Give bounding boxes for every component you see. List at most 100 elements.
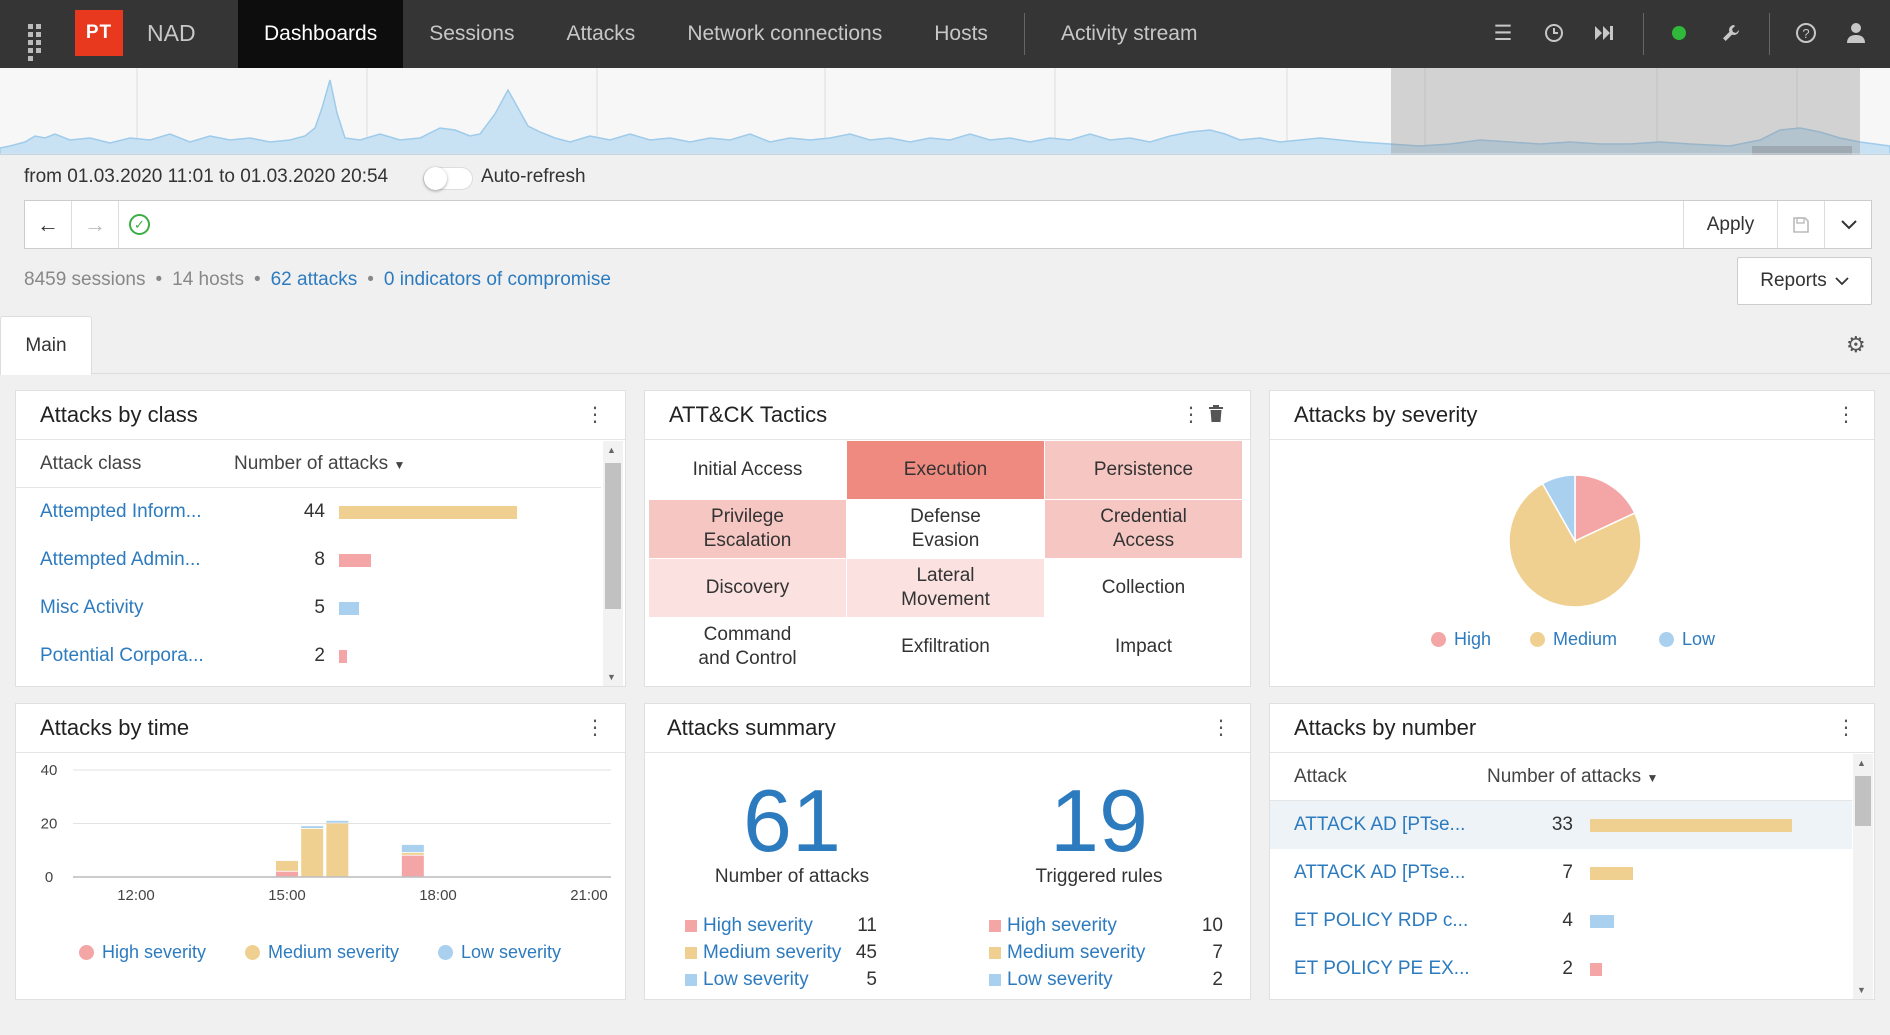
status-online-icon[interactable] [1666, 20, 1692, 46]
attack-name-link[interactable]: ATTACK AD [PTse... [1294, 862, 1465, 884]
skip-forward-icon[interactable] [1591, 20, 1617, 46]
legend-low-severity[interactable]: Low severity [438, 942, 561, 963]
rules-low-severity[interactable]: Low severity [989, 969, 1113, 991]
count-bar [1590, 915, 1614, 928]
legend-low[interactable]: Low [1659, 629, 1715, 650]
forward-arrow-icon[interactable]: → [72, 201, 119, 248]
attack-name-link[interactable]: Potential Corpora... [40, 645, 204, 667]
attack-name-link[interactable]: Attempted Admin... [40, 549, 201, 571]
severity-pie-chart[interactable] [1507, 473, 1643, 609]
tactic-cell[interactable]: Impact [1045, 618, 1242, 676]
dashboard-tabs: Main ⚙ [0, 316, 1890, 375]
x-tick-label: 21:00 [570, 887, 608, 904]
attack-name-link[interactable]: ET POLICY RDP c... [1294, 910, 1468, 932]
time-bar-segment[interactable] [326, 820, 349, 823]
tactic-cell[interactable]: Persistence [1045, 441, 1242, 499]
column-header-attack[interactable]: Attack [1294, 766, 1347, 788]
tactic-cell[interactable]: Discovery [649, 559, 846, 617]
nav-tab-sessions[interactable]: Sessions [403, 0, 540, 68]
legend-high[interactable]: High [1431, 629, 1491, 650]
apply-button[interactable]: Apply [1683, 201, 1777, 248]
tab-main[interactable]: Main [0, 316, 92, 375]
user-icon[interactable] [1843, 20, 1869, 46]
attacks-low-severity[interactable]: Low severity [685, 969, 809, 991]
table-row[interactable]: ET POLICY RDP c... 4 [1270, 897, 1852, 945]
nav-tab-attacks[interactable]: Attacks [540, 0, 661, 68]
time-bar-segment[interactable] [401, 844, 424, 853]
legend-medium[interactable]: Medium [1530, 629, 1617, 650]
nav-tab-hosts[interactable]: Hosts [908, 0, 1014, 68]
tactic-cell[interactable]: Privilege Escalation [649, 500, 846, 558]
time-bar-segment[interactable] [326, 823, 349, 877]
tactic-cell[interactable]: Exfiltration [847, 618, 1044, 676]
table-row[interactable]: ATTACK AD [PTse... 7 [1270, 849, 1852, 897]
attacks-by-time-chart[interactable]: 40 20 0 12:00 15:00 18:00 21:00 [16, 754, 627, 954]
attack-name-link[interactable]: ET POLICY PE EX... [1294, 958, 1470, 980]
app-grid-icon[interactable] [24, 20, 52, 61]
time-bar-segment[interactable] [401, 852, 424, 855]
column-header-number-of-attacks[interactable]: Number of attacks ▼ [234, 453, 405, 475]
kebab-menu-icon[interactable]: ⋮ [1211, 718, 1231, 738]
kebab-menu-icon[interactable]: ⋮ [585, 405, 605, 425]
reports-button[interactable]: Reports [1737, 257, 1872, 305]
time-bar-segment[interactable] [276, 860, 298, 871]
rules-medium-severity[interactable]: Medium severity [989, 942, 1145, 964]
tactic-cell[interactable]: Initial Access [649, 441, 846, 499]
chevron-down-icon[interactable] [1824, 201, 1872, 248]
table-row[interactable]: Attempted Admin... 8 [16, 536, 601, 584]
help-icon[interactable]: ? [1793, 20, 1819, 46]
kebab-menu-icon[interactable]: ⋮ [1836, 405, 1856, 425]
scrollbar[interactable]: ▲ ▼ [1853, 754, 1873, 999]
nav-tab-network-connections[interactable]: Network connections [661, 0, 908, 68]
attack-name-link[interactable]: Misc Activity [40, 597, 143, 619]
menu-icon[interactable]: ☰ [1490, 20, 1516, 46]
pt-logo[interactable]: PT [75, 10, 123, 56]
table-row[interactable]: Potential Corpora... 2 [16, 632, 601, 680]
tactic-cell[interactable]: Collection [1045, 559, 1242, 617]
nav-tab-dashboards[interactable]: Dashboards [238, 0, 404, 68]
back-arrow-icon[interactable]: ← [25, 201, 72, 248]
attacks-medium-severity[interactable]: Medium severity [685, 942, 841, 964]
table-row[interactable]: ET POLICY PE EX... 2 [1270, 945, 1852, 993]
table-row[interactable]: ATTACK AD [PTse... 33 [1270, 801, 1852, 849]
kebab-menu-icon[interactable]: ⋮ [1836, 718, 1856, 738]
rules-total-number[interactable]: 19 [999, 770, 1199, 872]
legend-high-severity[interactable]: High severity [79, 942, 206, 963]
rules-high-severity[interactable]: High severity [989, 915, 1117, 937]
save-icon[interactable] [1777, 201, 1824, 248]
timeline-histogram[interactable] [0, 68, 1890, 155]
scrollbar[interactable]: ▲ ▼ [603, 441, 623, 686]
nav-tab-activity-stream[interactable]: Activity stream [1035, 0, 1224, 68]
kebab-menu-icon[interactable]: ⋮ [585, 718, 605, 738]
attacks-total-number[interactable]: 61 [692, 770, 892, 872]
gear-icon[interactable]: ⚙ [1846, 332, 1866, 358]
widget-title: Attacks by class [40, 402, 198, 427]
attack-name-link[interactable]: ATTACK AD [PTse... [1294, 814, 1465, 836]
time-range-label[interactable]: from 01.03.2020 11:01 to 01.03.2020 20:5… [24, 166, 388, 188]
tactic-cell[interactable]: Defense Evasion [847, 500, 1044, 558]
stats-separator: • [367, 269, 374, 290]
tactic-cell[interactable]: Command and Control [649, 618, 846, 676]
legend-medium-severity[interactable]: Medium severity [245, 942, 399, 963]
ioc-count-link[interactable]: 0 indicators of compromise [384, 269, 611, 291]
auto-refresh-toggle[interactable] [423, 167, 473, 190]
time-bar-segment[interactable] [401, 855, 424, 877]
wrench-icon[interactable] [1718, 20, 1744, 46]
clock-icon[interactable] [1541, 20, 1567, 46]
time-bar-segment[interactable] [301, 826, 324, 829]
trash-icon[interactable] [1208, 405, 1224, 428]
table-row[interactable]: Attempted Inform... 44 [16, 488, 601, 536]
tactic-cell[interactable]: Lateral Movement [847, 559, 1044, 617]
attack-name-link[interactable]: Attempted Inform... [40, 501, 202, 523]
kebab-menu-icon[interactable]: ⋮ [1181, 405, 1201, 425]
attacks-count-link[interactable]: 62 attacks [271, 269, 358, 291]
attacks-high-severity[interactable]: High severity [685, 915, 813, 937]
column-header-attack-class[interactable]: Attack class [40, 453, 141, 475]
attack-count: 44 [303, 501, 325, 522]
time-bar-segment[interactable] [276, 871, 298, 877]
tactic-cell[interactable]: Execution [847, 441, 1044, 499]
tactic-cell[interactable]: Credential Access [1045, 500, 1242, 558]
table-row[interactable]: Misc Activity 5 [16, 584, 601, 632]
column-header-number-of-attacks[interactable]: Number of attacks ▼ [1487, 766, 1658, 788]
time-bar-segment[interactable] [301, 828, 324, 877]
